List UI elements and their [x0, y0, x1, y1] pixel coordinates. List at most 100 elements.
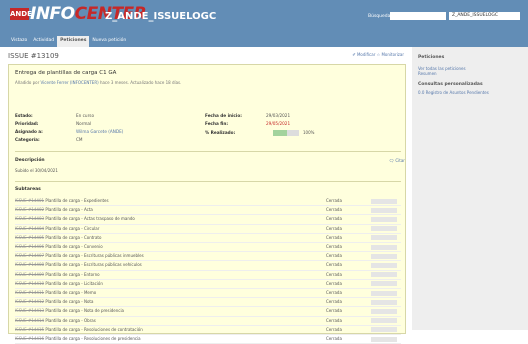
subtask-name-link[interactable]: Plantilla de carga - Resoluciones de con…: [45, 327, 142, 332]
subtask-row[interactable]: ISSUE #14407 Plantilla de carga - Escrit…: [15, 251, 401, 262]
subtask-status: Cerrada: [311, 260, 371, 271]
tab-activity[interactable]: Actividad: [30, 36, 57, 47]
subtask-progress: [371, 297, 401, 308]
subtask-progress-bar: [371, 281, 397, 287]
subtask-row[interactable]: ISSUE #14412 Plantilla de carga - Nota Ce…: [15, 297, 401, 308]
author-suffix: hace 3 meses. Actualizado hace 18 días.: [98, 80, 182, 85]
subtask-progress-bar: [371, 198, 397, 204]
subtask-name-link[interactable]: Plantilla de carga - Acta: [45, 207, 93, 212]
subtask-id-link[interactable]: ISSUE #14405: [15, 235, 44, 240]
subtask-name-link[interactable]: Plantilla de carga - Contrato: [45, 235, 101, 240]
subtask-status: Cerrada: [311, 297, 371, 308]
subtask-name-link[interactable]: Plantilla de carga - Convenio: [45, 244, 102, 249]
subtask-name-link[interactable]: Plantilla de carga - Entorno: [45, 272, 99, 277]
subtask-cell: ISSUE #14414 Plantilla de carga - Obras: [15, 316, 311, 326]
start-date-value: 29/03/2021: [266, 113, 291, 118]
subtask-status: Cerrada: [311, 306, 371, 317]
quote-link[interactable]: 🗨 Citar: [389, 158, 405, 163]
subtask-id-link[interactable]: ISSUE #14404: [15, 226, 44, 231]
subtask-progress-bar: [371, 272, 397, 278]
subtask-cell: ISSUE #14403 Plantilla de carga - Actas …: [15, 214, 311, 225]
issue-details-box: Entrega de plantillas de carga C1 GA Aña…: [8, 64, 406, 344]
subtask-row[interactable]: ISSUE #14403 Plantilla de carga - Actas …: [15, 214, 401, 225]
subtask-cell: ISSUE #14416 Plantilla de carga - Resolu…: [15, 334, 311, 344]
edit-watch-links[interactable]: ✐ Modificar ☆ Monitorizar: [352, 52, 404, 57]
subtask-row[interactable]: ISSUE #14404 Plantilla de carga - Circul…: [15, 224, 401, 234]
subtask-status: Cerrada: [311, 288, 371, 299]
subtask-id-link[interactable]: ISSUE #14413: [15, 308, 44, 313]
subtask-row[interactable]: ISSUE #14414 Plantilla de carga - Obras C…: [15, 316, 401, 326]
subtask-name-link[interactable]: Plantilla de carga - Actas traspaso de m…: [45, 216, 135, 221]
subtask-row[interactable]: ISSUE #14408 Plantilla de carga - Escrit…: [15, 260, 401, 271]
subtask-progress-bar: [371, 318, 397, 324]
subtask-status: Cerrada: [311, 270, 371, 280]
subtask-row[interactable]: ISSUE #14411 Plantilla de carga - Memo Ce…: [15, 288, 401, 299]
main-content: ISSUE #13109 ✐ Modificar ☆ Monitorizar E…: [0, 47, 412, 344]
progress-fill: [273, 130, 288, 136]
author-link[interactable]: Vicente Ferrer (INFOCENTER): [41, 80, 99, 85]
subtask-name-link[interactable]: Plantilla de carga - Licitación: [45, 281, 103, 286]
subtask-name-link[interactable]: Plantilla de carga - Obras: [45, 318, 95, 323]
subtask-name-link[interactable]: Plantilla de carga - Resoluciones de pre…: [45, 336, 140, 341]
category-value: CM: [76, 137, 83, 142]
subtask-name-link[interactable]: Plantilla de carga - Expedientes: [45, 198, 108, 203]
ande-logo[interactable]: ANDE: [10, 8, 32, 20]
tab-issues[interactable]: Peticiones: [57, 36, 90, 47]
subtask-progress: [371, 205, 401, 216]
subtask-id-link[interactable]: ISSUE #14410: [15, 281, 44, 286]
sidebar-query-link[interactable]: 0.0 Registro de Asuntos Pendientes: [418, 90, 522, 95]
subtask-progress: [371, 334, 401, 344]
subtask-name-link[interactable]: Plantilla de carga - Circular: [45, 226, 99, 231]
author-prefix: Añadido por: [15, 80, 41, 85]
subtask-id-link[interactable]: ISSUE #14402: [15, 207, 44, 212]
subtask-id-link[interactable]: ISSUE #14411: [15, 290, 44, 295]
subtask-status: Cerrada: [311, 316, 371, 326]
subtask-id-link[interactable]: ISSUE #14401: [15, 198, 44, 203]
custom-queries-heading: Consultas personalizadas: [418, 82, 483, 87]
subtask-row[interactable]: ISSUE #14410 Plantilla de carga - Licita…: [15, 279, 401, 290]
subtask-id-link[interactable]: ISSUE #14406: [15, 244, 44, 249]
assignee-link[interactable]: Wilma Garcete (ANDE): [76, 129, 123, 135]
sidebar-title: Peticiones: [418, 55, 445, 60]
subtask-progress: [371, 279, 401, 290]
subtask-row[interactable]: ISSUE #14413 Plantilla de carga - Nota d…: [15, 306, 401, 317]
subtask-id-link[interactable]: ISSUE #14408: [15, 262, 44, 267]
subtask-status: Cerrada: [311, 334, 371, 344]
subtask-name-link[interactable]: Plantilla de carga - Memo: [45, 290, 96, 295]
search-input[interactable]: [390, 12, 446, 20]
subtask-row[interactable]: ISSUE #14402 Plantilla de carga - Acta Ce…: [15, 205, 401, 216]
subtask-id-link[interactable]: ISSUE #14409: [15, 272, 44, 277]
progress-bar: [273, 130, 299, 136]
subtask-id-link[interactable]: ISSUE #14416: [15, 336, 44, 341]
subtask-row[interactable]: ISSUE #14416 Plantilla de carga - Resolu…: [15, 334, 401, 344]
subtask-cell: ISSUE #14413 Plantilla de carga - Nota d…: [15, 306, 311, 317]
assignee-label: Asignado a:: [15, 129, 43, 134]
subtask-row[interactable]: ISSUE #14401 Plantilla de carga - Expedi…: [15, 197, 401, 207]
subtasks-label: Subtareas: [15, 187, 41, 192]
sidebar-link-summary[interactable]: Resumen: [418, 71, 522, 76]
subtask-name-link[interactable]: Plantilla de carga - Escrituras públicas…: [45, 253, 143, 258]
subtask-row[interactable]: ISSUE #14406 Plantilla de carga - Conven…: [15, 242, 401, 253]
project-jump-select[interactable]: Z_ANDE_ISSUELOGC: [449, 12, 520, 20]
subtask-progress: [371, 214, 401, 225]
subtask-id-link[interactable]: ISSUE #14412: [15, 299, 44, 304]
subtask-row[interactable]: ISSUE #14409 Plantilla de carga - Entorn…: [15, 270, 401, 280]
tab-overview[interactable]: Vistazo: [8, 36, 30, 47]
top-header: ANDE INFOCENTER Z_ANDE_ISSUELOGC Búsqued…: [0, 0, 528, 47]
subtask-id-link[interactable]: ISSUE #14415: [15, 327, 44, 332]
subtask-cell: ISSUE #14402 Plantilla de carga - Acta: [15, 205, 311, 216]
subtask-row[interactable]: ISSUE #14405 Plantilla de carga - Contra…: [15, 233, 401, 244]
description-text: Subido el 30/04/2021: [15, 168, 58, 173]
subtask-id-link[interactable]: ISSUE #14414: [15, 318, 44, 323]
subtask-id-link[interactable]: ISSUE #14403: [15, 216, 44, 221]
tab-new-issue[interactable]: Nueva petición: [89, 36, 129, 47]
subtask-status: Cerrada: [311, 279, 371, 290]
subtask-name-link[interactable]: Plantilla de carga - Escrituras públicas…: [45, 262, 141, 267]
subtask-id-link[interactable]: ISSUE #14407: [15, 253, 44, 258]
subtask-status: Cerrada: [311, 205, 371, 216]
subtask-progress-bar: [371, 299, 397, 305]
subtask-name-link[interactable]: Plantilla de carga - Nota: [45, 299, 93, 304]
issue-title: ISSUE #13109: [8, 52, 59, 60]
subtask-name-link[interactable]: Plantilla de carga - Nota de presidencia: [45, 308, 124, 313]
subtask-progress-bar: [371, 244, 397, 250]
